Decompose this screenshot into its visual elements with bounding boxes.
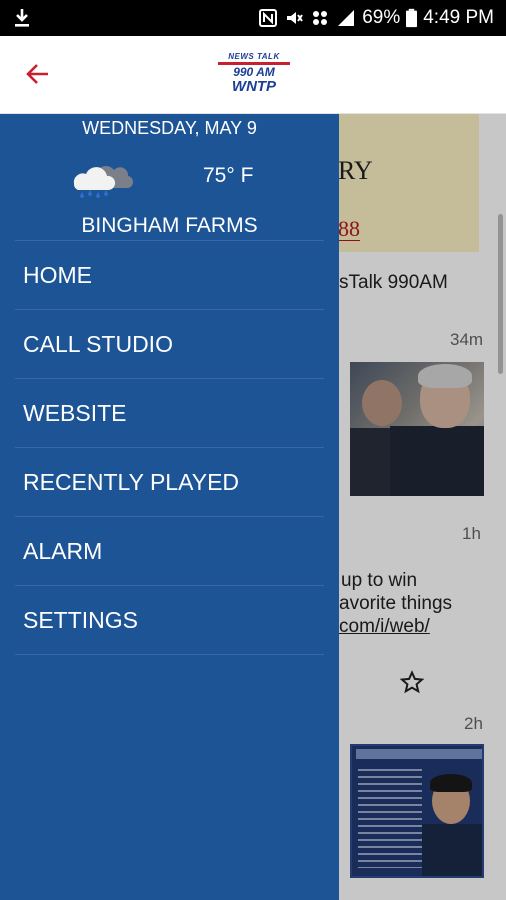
menu-item-home[interactable]: HOME — [15, 240, 324, 309]
drawer-date: WEDNESDAY, MAY 9 — [82, 118, 257, 138]
menu-item-alarm[interactable]: ALARM — [15, 516, 324, 585]
nfc-icon — [259, 9, 278, 27]
clock: 4:49 PM — [423, 7, 494, 28]
menu-item-call-studio[interactable]: CALL STUDIO — [15, 309, 324, 378]
rain-cloud-icon — [73, 166, 134, 198]
menu-item-settings[interactable]: SETTINGS — [15, 585, 324, 654]
station-logo: NEWS TALK 990 AM WNTP — [218, 52, 290, 98]
app-bar: NEWS TALK 990 AM WNTP — [0, 36, 506, 114]
menu-item-website[interactable]: WEBSITE — [15, 378, 324, 447]
drawer-menu: HOME CALL STUDIO WEBSITE RECENTLY PLAYED… — [15, 240, 324, 655]
battery-icon — [406, 8, 418, 28]
temperature: 75° F — [203, 164, 254, 187]
mute-icon — [287, 12, 304, 24]
location: BINGHAM FARMS — [81, 214, 258, 237]
wifi-calling-icon — [313, 11, 328, 25]
navigation-drawer: WEDNESDAY, MAY 9 75° F BINGHAM FARMS HOM… — [0, 114, 339, 900]
menu-item-recently-played[interactable]: RECENTLY PLAYED — [15, 447, 324, 516]
back-arrow-icon[interactable] — [24, 60, 52, 88]
signal-icon — [338, 10, 355, 26]
logo-line-1: NEWS TALK — [228, 52, 280, 61]
status-right: 69% 4:49 PM — [258, 7, 494, 29]
battery-percent: 69% — [362, 7, 401, 28]
download-icon — [15, 9, 29, 27]
status-bar: 69% 4:49 PM — [0, 0, 506, 36]
logo-line-3: WNTP — [231, 78, 277, 95]
